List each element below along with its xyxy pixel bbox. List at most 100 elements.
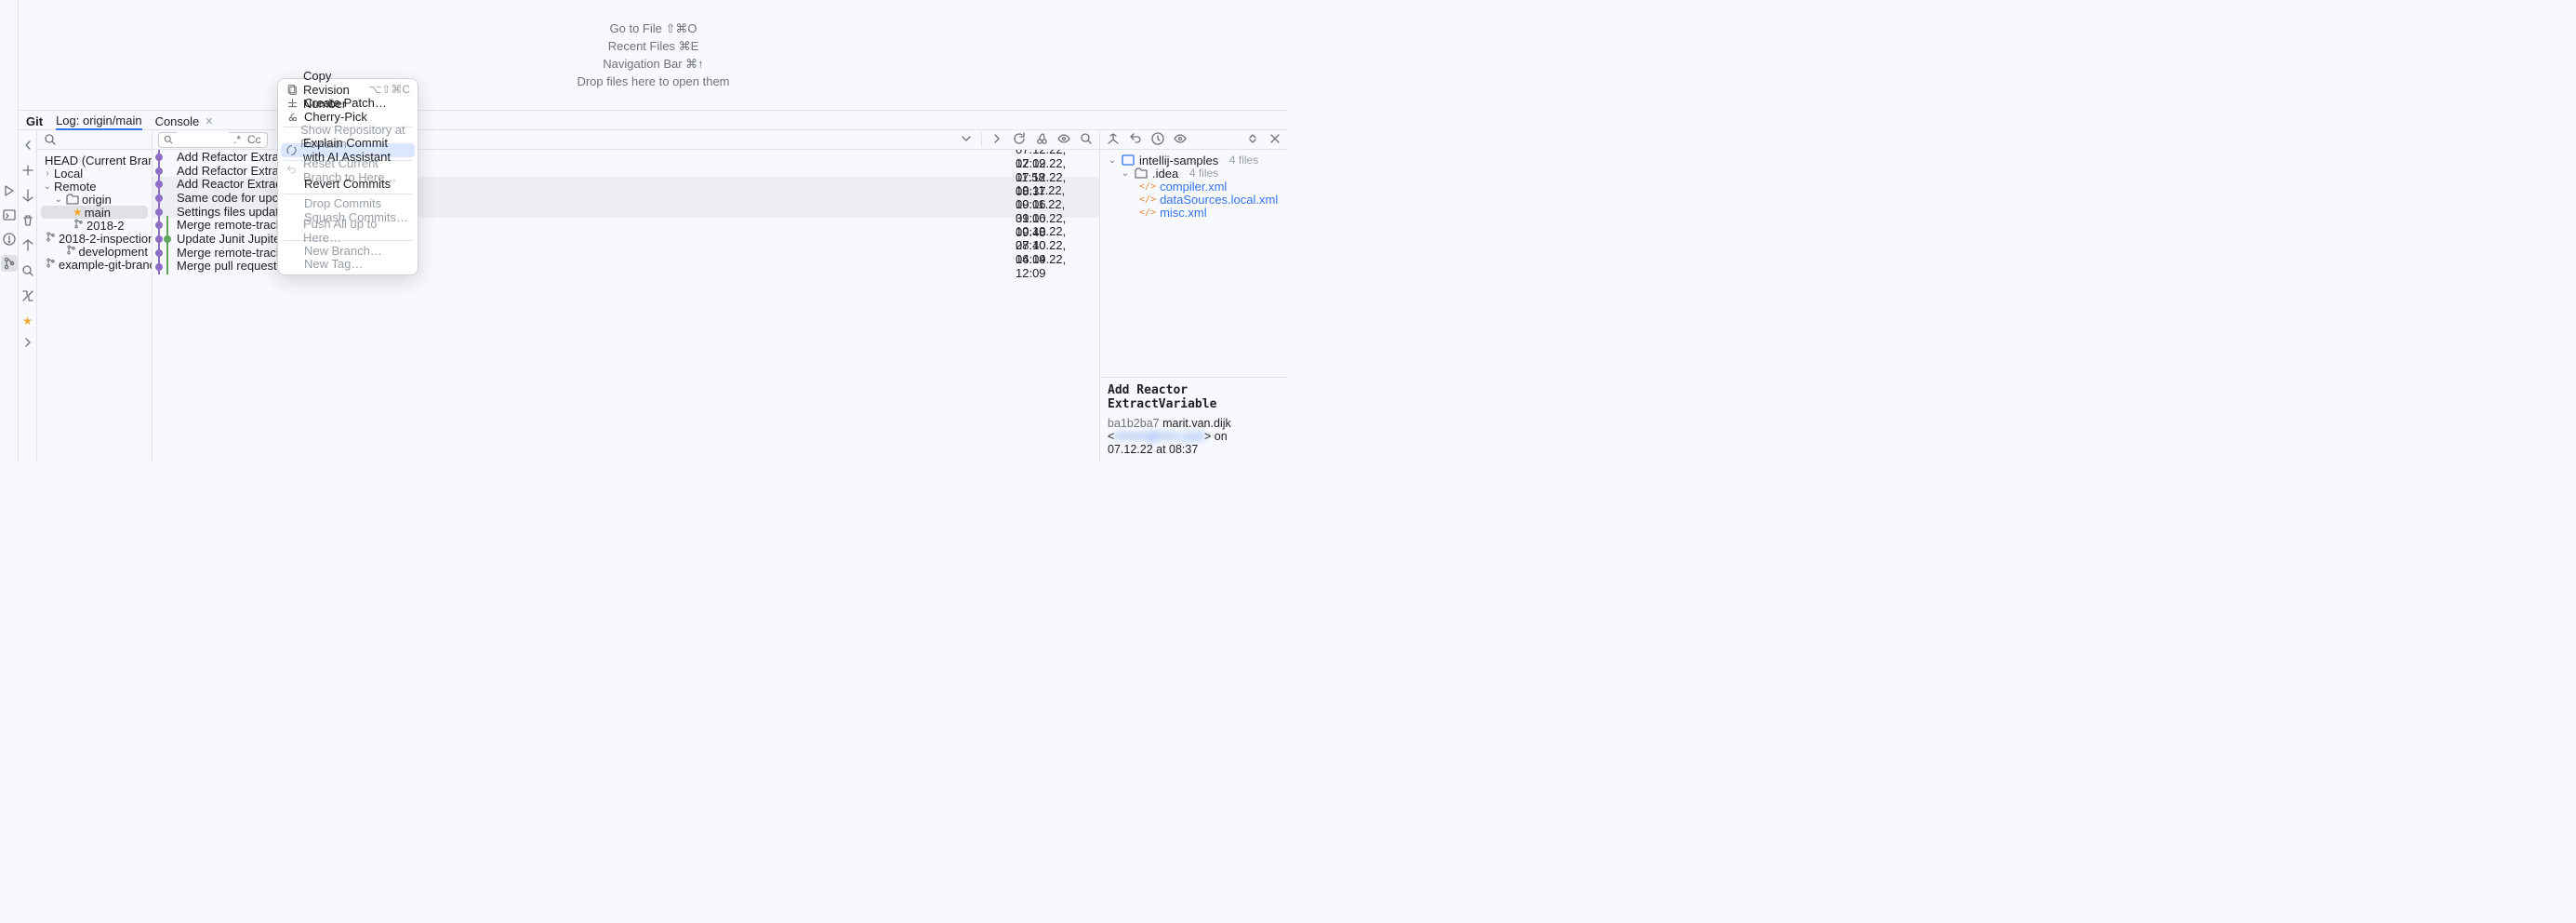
favorite-icon[interactable]: ★ bbox=[22, 314, 33, 328]
menu-drop: Drop Commits bbox=[278, 197, 418, 211]
close-details-button[interactable] bbox=[1268, 131, 1282, 149]
hint-navigation-bar[interactable]: Navigation Bar ⌘↑ bbox=[603, 56, 703, 73]
root-folder-label: intellij-samples bbox=[1139, 154, 1218, 167]
tab-console-label: Console bbox=[155, 114, 200, 128]
branches-panel: HEAD (Current Branch) ›Local ⌄Remote ⌄or… bbox=[37, 130, 153, 462]
delete-button[interactable] bbox=[20, 213, 35, 231]
menu-label: Push All up to Here… bbox=[303, 217, 410, 245]
git-panel-tabs: Git Log: origin/main Console ✕ bbox=[19, 111, 1288, 130]
case-toggle[interactable]: Cc bbox=[246, 133, 263, 146]
revert-button[interactable] bbox=[1128, 131, 1143, 149]
file-link[interactable]: dataSources.local.xml bbox=[1160, 193, 1278, 207]
nav-back-button[interactable] bbox=[20, 138, 35, 155]
branch-item-2018-2[interactable]: 2018-2 bbox=[37, 219, 152, 232]
folder-icon bbox=[65, 192, 80, 207]
branch-group-remote[interactable]: ⌄Remote bbox=[37, 180, 152, 193]
file-link[interactable]: misc.xml bbox=[1160, 206, 1207, 220]
file-tree-idea[interactable]: ⌄.idea 4 files bbox=[1100, 167, 1288, 180]
commit-author: marit.van.dijk bbox=[1162, 417, 1231, 430]
root-count: 4 files bbox=[1229, 154, 1258, 167]
commit-author-line: ba1b2ba7 marit.van.dijk <••••••••@•••••.… bbox=[1108, 417, 1281, 443]
group-by-button[interactable] bbox=[1106, 131, 1121, 149]
branches-search[interactable] bbox=[37, 130, 152, 150]
xml-icon: </> bbox=[1139, 207, 1156, 218]
details-toolbar bbox=[1100, 130, 1288, 150]
preview-button[interactable] bbox=[1173, 131, 1188, 149]
commits-search[interactable]: .* Cc bbox=[158, 132, 268, 148]
git-vertical-toolbar: ★ bbox=[19, 130, 37, 462]
menu-label: Revert Commits bbox=[304, 177, 391, 191]
commit-date: 07.12.22 at 08:37 bbox=[1108, 443, 1281, 456]
menu-label: Drop Commits bbox=[304, 196, 381, 210]
branch-head[interactable]: HEAD (Current Branch) bbox=[37, 154, 152, 167]
file-compiler[interactable]: </> compiler.xml bbox=[1100, 180, 1288, 193]
filter-chevron-down-icon[interactable] bbox=[959, 131, 974, 149]
cherry-icon bbox=[285, 111, 299, 123]
new-branch-button[interactable] bbox=[20, 163, 35, 181]
changed-files-tree[interactable]: ⌄intellij-samples 4 files ⌄.idea 4 files… bbox=[1100, 150, 1288, 377]
regex-toggle[interactable]: .* bbox=[232, 133, 243, 146]
file-datasources[interactable]: </>dataSources.local.xml bbox=[1100, 193, 1288, 206]
file-misc[interactable]: </> misc.xml bbox=[1100, 206, 1288, 219]
commit-date: 06.09.22, 12:09 bbox=[1016, 252, 1099, 280]
branch-item-development[interactable]: development bbox=[37, 245, 152, 258]
commit-graph bbox=[153, 177, 177, 191]
history-button[interactable] bbox=[1150, 131, 1165, 149]
editor-empty-state: Go to File ⇧⌘O Recent Files ⌘E Navigatio… bbox=[19, 0, 1288, 111]
ai-icon bbox=[285, 144, 298, 156]
branch-item-2018-2-inspections[interactable]: 2018-2-inspections bbox=[37, 232, 152, 245]
menu-copy-revision[interactable]: Copy Revision Number⌥⇧⌘C bbox=[278, 83, 418, 97]
hint-go-to-file[interactable]: Go to File ⇧⌘O bbox=[610, 20, 697, 37]
patch-icon bbox=[285, 97, 299, 109]
tab-git[interactable]: Git bbox=[26, 111, 43, 129]
problems-button[interactable] bbox=[1, 231, 18, 247]
folder-icon bbox=[1134, 166, 1149, 181]
commit-graph bbox=[153, 246, 177, 260]
branch-group-local[interactable]: ›Local bbox=[37, 167, 152, 180]
search-icon bbox=[43, 132, 58, 147]
go-to-commit-button[interactable] bbox=[989, 131, 1004, 149]
menu-new-tag: New Tag… bbox=[278, 258, 418, 272]
search-icon bbox=[163, 134, 174, 145]
xml-icon: </> bbox=[1139, 181, 1156, 192]
hint-drop-files: Drop files here to open them bbox=[577, 74, 729, 89]
idea-count: 4 files bbox=[1189, 167, 1218, 180]
services-button[interactable] bbox=[1, 182, 18, 199]
nav-forward-button[interactable] bbox=[20, 335, 35, 353]
diff-button[interactable] bbox=[20, 288, 35, 306]
branch-icon bbox=[45, 257, 57, 272]
star-icon: ★ bbox=[73, 206, 83, 219]
menu-create-patch[interactable]: Create Patch… bbox=[278, 97, 418, 111]
cherry-pick-button[interactable] bbox=[1034, 131, 1049, 149]
file-link[interactable]: compiler.xml bbox=[1160, 180, 1227, 194]
commit-graph bbox=[153, 260, 177, 274]
file-tree-root[interactable]: ⌄intellij-samples 4 files bbox=[1100, 154, 1288, 167]
refresh-button[interactable] bbox=[1012, 131, 1027, 149]
push-button[interactable] bbox=[20, 238, 35, 256]
hint-recent-files[interactable]: Recent Files ⌘E bbox=[608, 38, 699, 55]
tab-log[interactable]: Log: origin/main bbox=[56, 112, 142, 130]
eye-button[interactable] bbox=[1056, 131, 1071, 149]
branch-local-label: Local bbox=[54, 167, 83, 181]
commits-search-input[interactable] bbox=[177, 132, 229, 147]
expand-button[interactable] bbox=[1245, 131, 1260, 149]
branch-group-origin[interactable]: ⌄origin bbox=[37, 193, 152, 206]
update-button[interactable] bbox=[20, 188, 35, 206]
branch-item-example[interactable]: example-git-branch bbox=[37, 258, 152, 271]
branches-tree[interactable]: HEAD (Current Branch) ›Local ⌄Remote ⌄or… bbox=[37, 150, 152, 462]
git-panel-body: ★ HEAD (Current Branch) ›Local ⌄Remote ⌄… bbox=[19, 130, 1288, 462]
menu-new-branch: New Branch… bbox=[278, 244, 418, 258]
menu-label: Cherry-Pick bbox=[304, 110, 367, 124]
tab-console[interactable]: Console ✕ bbox=[155, 111, 214, 129]
find-button[interactable] bbox=[1079, 131, 1094, 149]
branch-item-main[interactable]: ★main bbox=[41, 206, 148, 219]
menu-cherry-pick[interactable]: Cherry-Pick bbox=[278, 110, 418, 124]
git-button[interactable] bbox=[1, 255, 18, 272]
idea-folder-label: .idea bbox=[1152, 167, 1178, 181]
search-button[interactable] bbox=[20, 263, 35, 281]
menu-shortcut: ⌥⇧⌘C bbox=[368, 83, 410, 96]
terminal-button[interactable] bbox=[1, 207, 18, 223]
commit-title: Add Reactor ExtractVariable bbox=[1108, 383, 1281, 411]
commit-email[interactable]: ••••••••@•••••.com bbox=[1114, 430, 1204, 443]
close-icon[interactable]: ✕ bbox=[205, 115, 213, 127]
